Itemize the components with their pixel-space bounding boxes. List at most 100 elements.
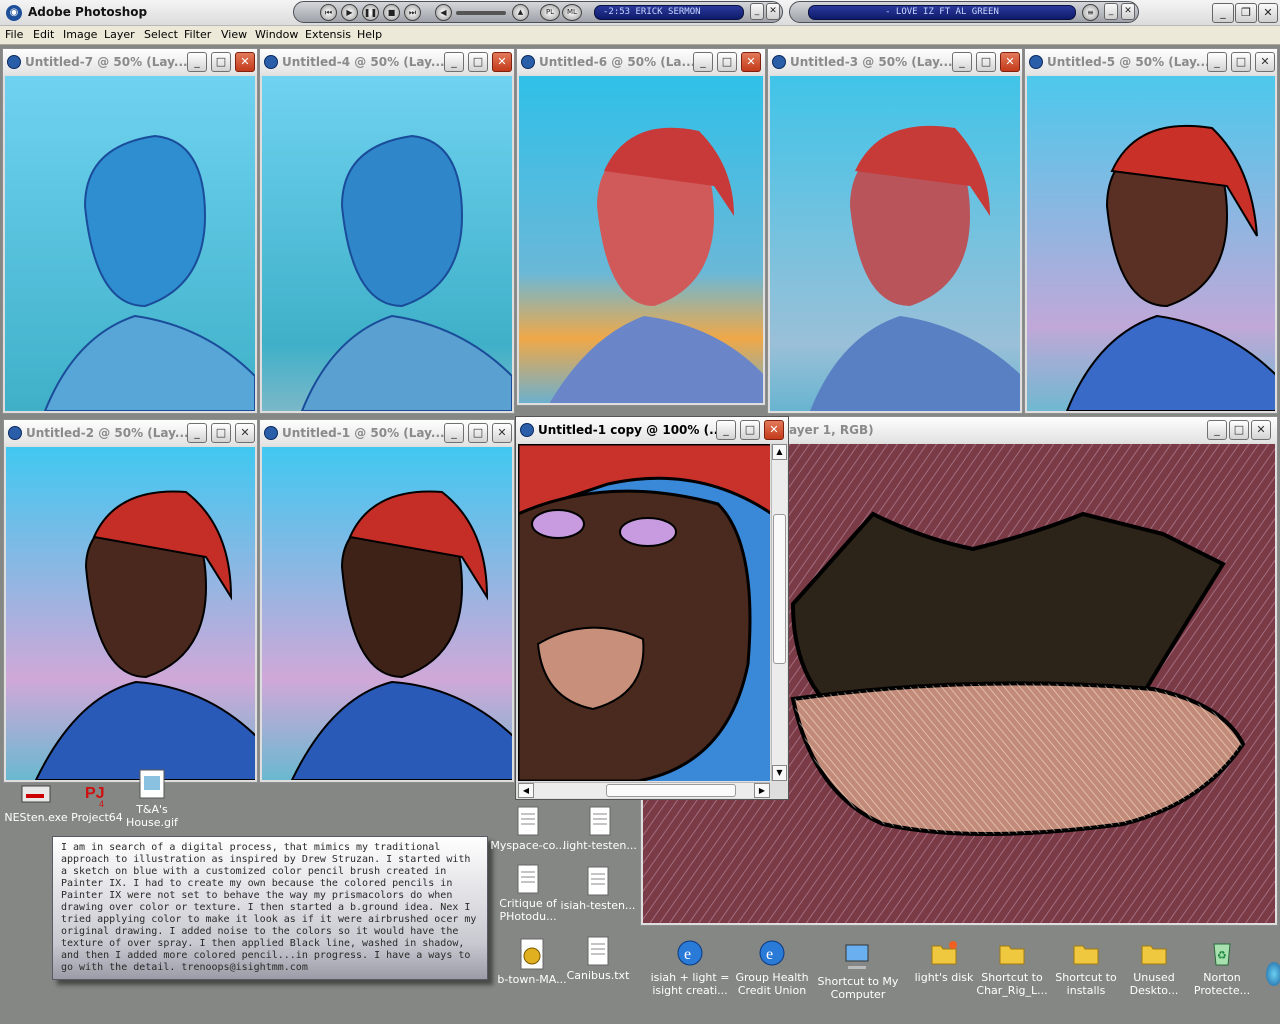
previous-track-icon[interactable]: ⏮ xyxy=(320,4,337,21)
desktop-icon-isiah-testen[interactable]: isiah-testen... xyxy=(556,866,640,912)
player2-minimize-icon[interactable]: _ xyxy=(1104,3,1118,20)
canvas-colored-pencil[interactable] xyxy=(262,447,512,780)
document-window-untitled-4[interactable]: Untitled-4 @ 50% (Lay... _ □ ✕ xyxy=(259,48,515,414)
minimize-icon[interactable]: _ xyxy=(444,52,464,72)
pause-icon[interactable]: ❚❚ xyxy=(362,4,379,21)
document-titlebar: Untitled-3 @ 50% (Lay... _ □ ✕ xyxy=(768,49,1022,75)
desktop-icon-group-health[interactable]: e Group Health Credit Union xyxy=(730,938,814,997)
media-library-button[interactable]: ML xyxy=(562,4,582,21)
menu-image[interactable]: Image xyxy=(63,28,97,41)
close-icon[interactable]: ✕ xyxy=(764,420,784,440)
maximize-icon[interactable]: □ xyxy=(740,420,760,440)
canvas-sketch-textured[interactable] xyxy=(262,76,512,411)
internet-explorer-icon: e xyxy=(759,940,785,966)
desktop-icon-isiah-light[interactable]: e isiah + light = isight creati... xyxy=(648,938,732,997)
minimize-icon[interactable]: _ xyxy=(187,52,207,72)
horizontal-scrollbar[interactable]: ◀ ▶ xyxy=(518,782,770,798)
menu-select[interactable]: Select xyxy=(144,28,178,41)
minimize-icon[interactable]: _ xyxy=(952,52,972,72)
maximize-icon[interactable]: □ xyxy=(211,52,231,72)
maximize-icon[interactable]: □ xyxy=(1229,420,1249,440)
maximize-icon[interactable]: □ xyxy=(468,52,488,72)
menu-window[interactable]: Window xyxy=(255,28,298,41)
maximize-icon[interactable]: □ xyxy=(211,423,231,443)
app-title: Adobe Photoshop xyxy=(28,5,148,19)
app-restore-icon[interactable]: ❐ xyxy=(1235,3,1257,23)
desktop-icon-norton[interactable]: ♻ Norton Protecte... xyxy=(1180,938,1264,997)
desktop-icon-canibus[interactable]: Canibus.txt xyxy=(556,936,640,982)
menu-file[interactable]: File xyxy=(5,28,23,41)
menu-layer[interactable]: Layer xyxy=(104,28,135,41)
globe-icon[interactable] xyxy=(1266,962,1280,986)
app-close-icon[interactable]: ✕ xyxy=(1258,3,1278,23)
playlist-button[interactable]: PL xyxy=(540,4,560,21)
document-window-untitled-7[interactable]: Untitled-7 @ 50% (Lay... _ □ ✕ xyxy=(2,48,258,414)
minimize-icon[interactable]: _ xyxy=(444,423,464,443)
close-icon[interactable]: ✕ xyxy=(1000,52,1020,72)
player-menu-icon[interactable]: ≡ xyxy=(1082,4,1099,21)
canvas-sketch-blue[interactable] xyxy=(5,76,255,411)
document-title: Untitled-2 @ 50% (Lay... xyxy=(26,426,189,440)
maximize-icon[interactable]: □ xyxy=(1231,52,1251,72)
maximize-icon[interactable]: □ xyxy=(717,52,737,72)
volume-icon[interactable]: ◀ xyxy=(435,4,452,21)
menu-extensis[interactable]: Extensis xyxy=(305,28,351,41)
portrait-pencil xyxy=(262,447,512,780)
close-icon[interactable]: ✕ xyxy=(492,423,512,443)
close-icon[interactable]: ✕ xyxy=(235,423,255,443)
maximize-icon[interactable]: □ xyxy=(976,52,996,72)
desktop-icon-char-rig[interactable]: Shortcut to Char_Rig_L... xyxy=(970,938,1054,997)
play-icon[interactable]: ▶ xyxy=(341,4,358,21)
minimize-icon[interactable]: _ xyxy=(1207,420,1227,440)
scroll-up-icon[interactable]: ▲ xyxy=(772,444,787,460)
canvas-closeup-face[interactable] xyxy=(518,444,770,781)
stop-icon[interactable]: ■ xyxy=(383,4,400,21)
menu-filter[interactable]: Filter xyxy=(184,28,211,41)
menu-view[interactable]: View xyxy=(221,28,247,41)
canvas-noise-color[interactable] xyxy=(770,76,1020,411)
player-close-icon[interactable]: ✕ xyxy=(766,3,780,20)
close-icon[interactable]: ✕ xyxy=(492,52,512,72)
scroll-down-icon[interactable]: ▼ xyxy=(772,765,787,781)
maximize-icon[interactable]: □ xyxy=(468,423,488,443)
scroll-thumb[interactable] xyxy=(773,514,786,664)
canvas-airbrush-color[interactable] xyxy=(519,76,763,403)
menu-help[interactable]: Help xyxy=(357,28,382,41)
desktop-icon-my-computer[interactable]: Shortcut to My Computer xyxy=(816,942,900,1001)
document-window-untitled-2[interactable]: Untitled-2 @ 50% (Lay... _ □ ✕ xyxy=(3,419,258,783)
desktop-icon-ta-house[interactable]: T&A's House.gif xyxy=(110,768,194,829)
scroll-thumb-h[interactable] xyxy=(606,784,736,797)
menu-edit[interactable]: Edit xyxy=(33,28,54,41)
minimize-icon[interactable]: _ xyxy=(693,52,713,72)
canvas-shadow-wash[interactable] xyxy=(6,447,255,780)
player2-close-icon[interactable]: ✕ xyxy=(1121,3,1135,20)
player-minimize-icon[interactable]: _ xyxy=(750,3,764,20)
next-track-icon[interactable]: ⏭ xyxy=(404,4,421,21)
close-icon[interactable]: ✕ xyxy=(741,52,761,72)
desktop-icon-light-testen[interactable]: light-testen... xyxy=(558,806,642,852)
close-icon[interactable]: ✕ xyxy=(235,52,255,72)
shared-folder-icon xyxy=(931,941,957,965)
minimize-icon[interactable]: _ xyxy=(187,423,207,443)
document-window-untitled-3[interactable]: Untitled-3 @ 50% (Lay... _ □ ✕ xyxy=(767,48,1023,414)
minimize-icon[interactable]: _ xyxy=(716,420,736,440)
close-icon[interactable]: ✕ xyxy=(1255,52,1275,72)
close-icon[interactable]: ✕ xyxy=(1251,420,1271,440)
document-title: Untitled-4 @ 50% (Lay... xyxy=(282,55,445,69)
document-window-untitled-5[interactable]: Untitled-5 @ 50% (Lay... _ □ ✕ xyxy=(1024,48,1278,414)
document-window-untitled-6[interactable]: Untitled-6 @ 50% (La... _ □ ✕ xyxy=(516,48,766,406)
scroll-right-icon[interactable]: ▶ xyxy=(754,783,770,798)
document-window-untitled-1[interactable]: Untitled-1 @ 50% (Lay... _ □ ✕ xyxy=(259,419,515,783)
document-window-untitled-1-copy[interactable]: Untitled-1 copy @ 100% (... _ □ ✕ ▲ ▼ ◀ … xyxy=(515,416,789,800)
app-minimize-icon[interactable]: _ xyxy=(1212,3,1234,23)
minimize-icon[interactable]: _ xyxy=(1207,52,1227,72)
scroll-left-icon[interactable]: ◀ xyxy=(518,783,534,798)
canvas-black-line[interactable] xyxy=(1027,76,1275,411)
sticky-note[interactable]: I am in search of a digital process, tha… xyxy=(52,836,488,980)
eject-icon[interactable]: ▲ xyxy=(512,4,529,21)
vertical-scrollbar[interactable]: ▲ ▼ xyxy=(771,444,787,781)
volume-slider[interactable] xyxy=(456,11,506,15)
svg-text:e: e xyxy=(684,946,691,963)
photoshop-app-icon[interactable]: ◉ xyxy=(6,5,22,21)
document-icon xyxy=(264,426,278,440)
